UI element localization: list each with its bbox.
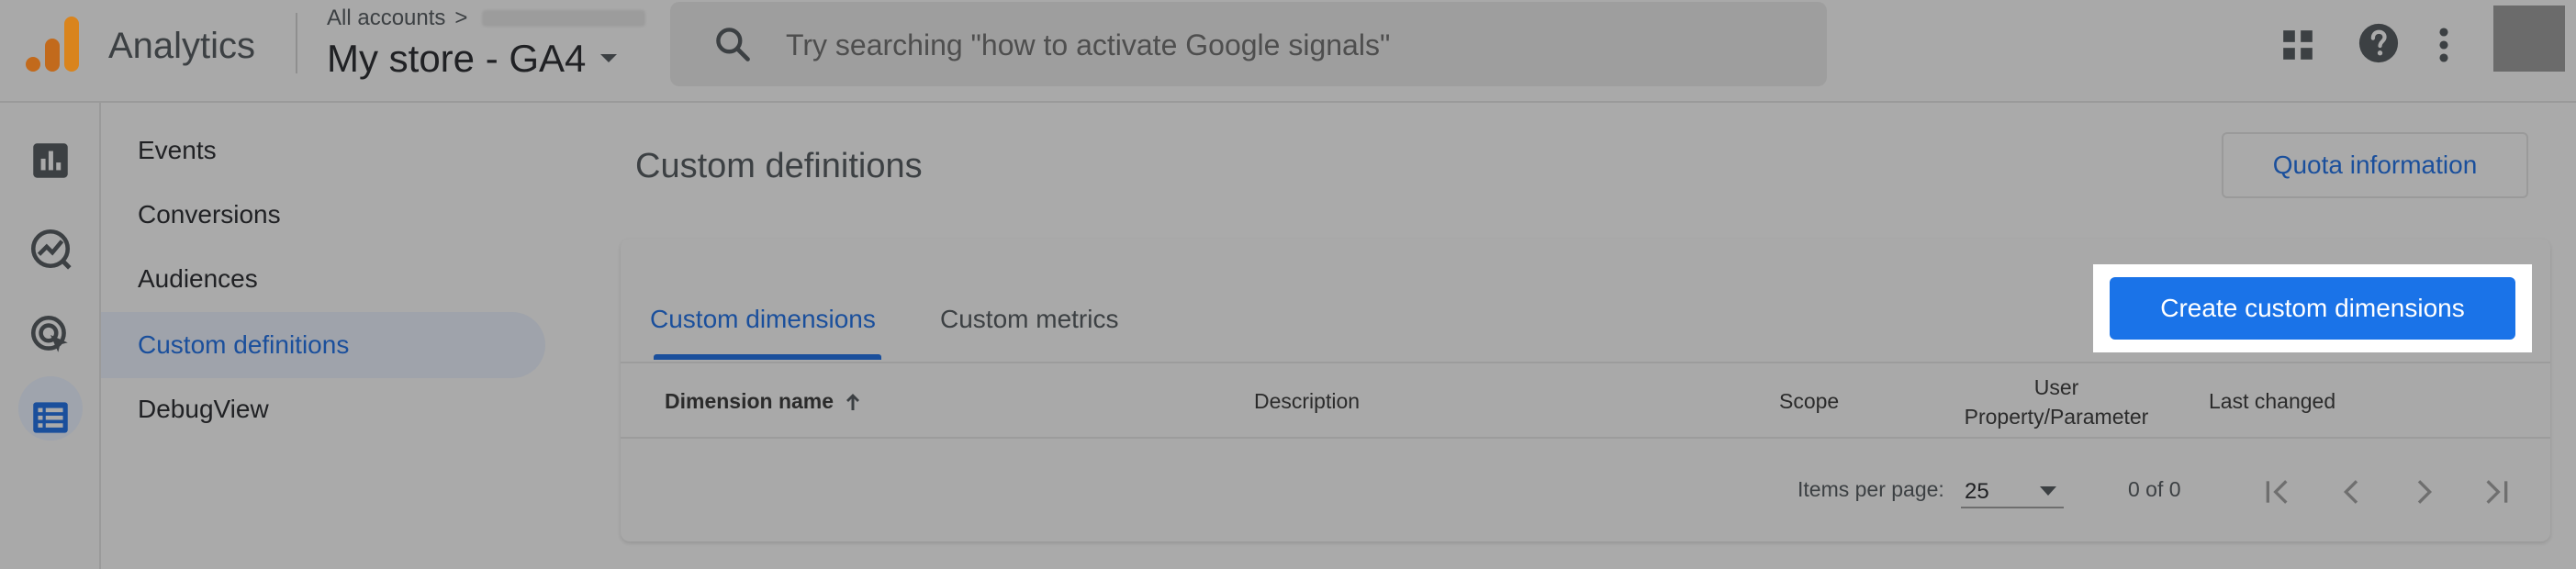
sidebar-item-debugview[interactable]: DebugView [138, 395, 269, 424]
header-divider [296, 13, 297, 73]
help-icon[interactable] [2358, 22, 2400, 64]
create-custom-dimensions-button[interactable]: Create custom dimensions [2110, 277, 2515, 340]
sidebar-item-audiences[interactable]: Audiences [138, 264, 258, 294]
search-input[interactable] [784, 22, 1798, 68]
explore-icon[interactable] [28, 226, 73, 272]
last-page-icon[interactable] [2477, 474, 2514, 510]
column-header-description: Description [1254, 389, 1361, 413]
more-vert-icon[interactable] [2435, 26, 2453, 64]
pagination-range: 0 of 0 [2128, 477, 2181, 501]
search-icon[interactable] [712, 24, 753, 64]
reports-icon[interactable] [28, 138, 73, 184]
chevron-down-icon [600, 54, 618, 62]
previous-page-icon[interactable] [2334, 474, 2370, 510]
app-name: Analytics [108, 26, 256, 66]
tab-custom-metrics[interactable]: Custom metrics [940, 305, 1118, 334]
first-page-icon[interactable] [2260, 474, 2297, 510]
sidebar-item-conversions[interactable]: Conversions [138, 200, 281, 229]
avatar[interactable] [2493, 6, 2565, 72]
column-header-last-changed: Last changed [2209, 389, 2336, 413]
active-tab-indicator [654, 354, 881, 360]
items-per-page-label: Items per page: [1798, 477, 1944, 501]
next-page-icon[interactable] [2405, 474, 2442, 510]
tab-custom-dimensions[interactable]: Custom dimensions [650, 305, 876, 334]
configure-icon[interactable] [28, 395, 73, 441]
column-header-dimension-name[interactable]: Dimension name [665, 389, 861, 414]
sort-arrow-up-icon[interactable] [845, 392, 861, 412]
apps-grid-icon[interactable] [2280, 28, 2315, 62]
property-selector[interactable]: My store - GA4 [327, 37, 619, 81]
breadcrumb-separator: > [454, 6, 468, 30]
redacted-account-name [482, 10, 646, 27]
column-header-scope: Scope [1779, 389, 1840, 413]
column-header-user-property: User Property/Parameter [1964, 375, 2149, 429]
property-name: My store - GA4 [327, 37, 587, 80]
sidebar-item-events[interactable]: Events [138, 136, 217, 165]
advertising-icon[interactable] [28, 312, 73, 358]
quota-information-button[interactable]: Quota information [2222, 132, 2528, 198]
breadcrumb[interactable]: All accounts > [327, 6, 646, 31]
dropdown-arrow-icon [2040, 486, 2056, 496]
sidebar-item-custom-definitions[interactable]: Custom definitions [138, 330, 349, 360]
breadcrumb-root[interactable]: All accounts [327, 6, 445, 31]
items-per-page-value: 25 [1965, 479, 1989, 504]
column-header-label: Dimension name [665, 389, 834, 413]
page-title: Custom definitions [635, 147, 923, 185]
tabs-divider [621, 362, 2550, 363]
table-header-divider [621, 437, 2550, 439]
analytics-logo-icon[interactable] [26, 17, 79, 73]
